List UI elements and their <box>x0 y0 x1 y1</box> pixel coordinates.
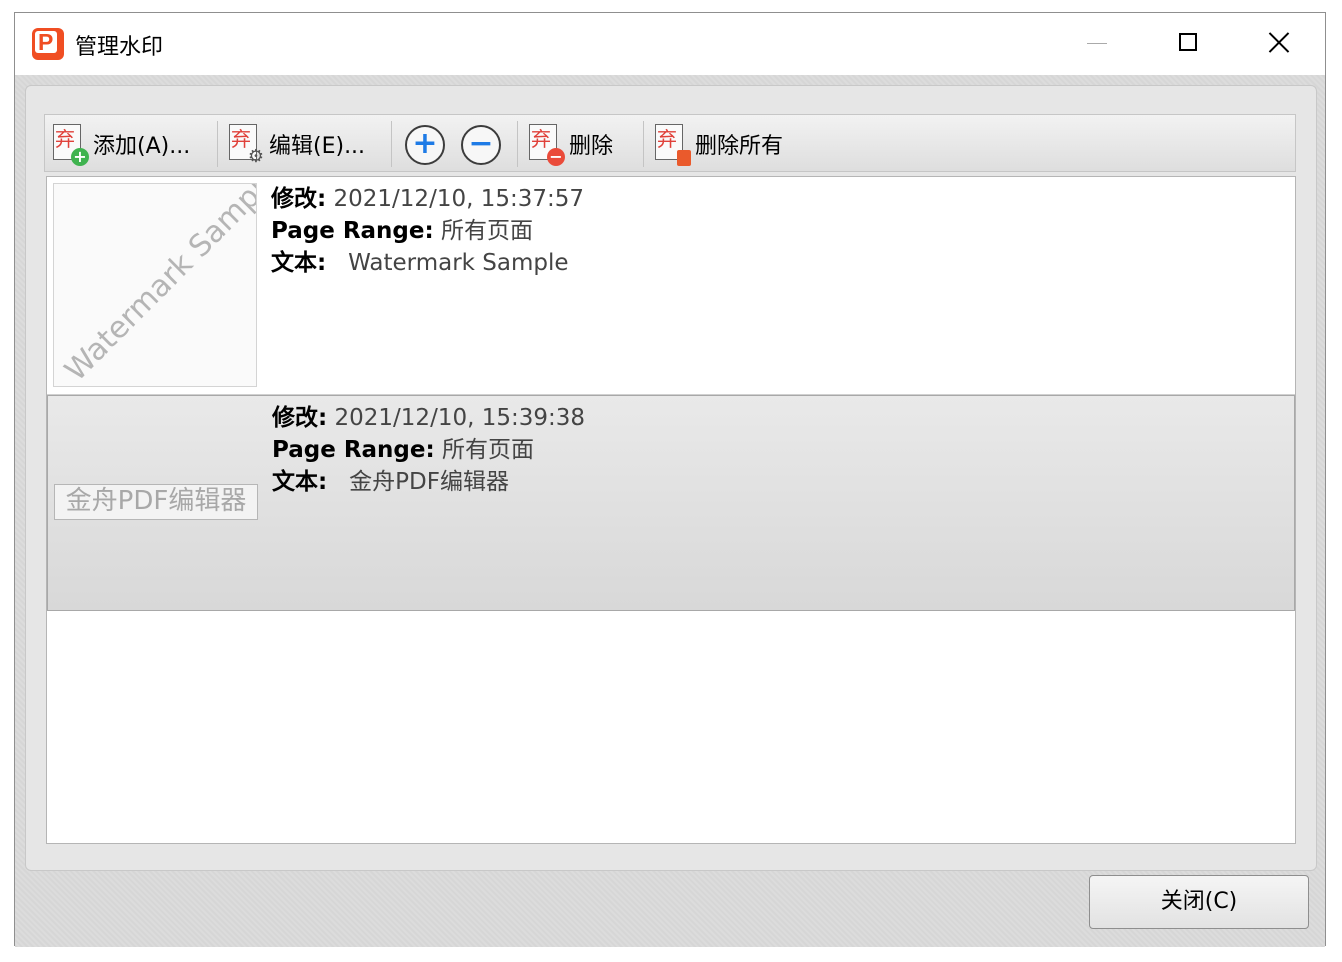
move-down-button[interactable]: − <box>461 125 501 165</box>
maximize-button[interactable] <box>1167 23 1211 63</box>
delete-label: 删除 <box>569 134 614 159</box>
delete-all-button[interactable]: 弃 删除所有 <box>655 121 783 167</box>
text-value: 金舟PDF编辑器 <box>349 469 509 495</box>
watermark-info: 修改: 2021/12/10, 15:37:57 Page Range: 所有页… <box>271 183 584 279</box>
text-label: 文本: <box>271 250 327 276</box>
manage-watermark-dialog: P 管理水印 弃 + 添加(A)... 弃 ⚙ 编辑(E)... + − 弃 −… <box>14 12 1326 947</box>
list-item-selected[interactable]: 金舟PDF编辑器 修改: 2021/12/10, 15:39:38 Page R… <box>47 395 1295 611</box>
close-button[interactable]: 关闭(C) <box>1089 875 1309 929</box>
app-logo-icon: P <box>32 28 64 60</box>
modified-value: 2021/12/10, 15:39:38 <box>334 405 585 431</box>
add-document-icon: 弃 + <box>53 124 89 166</box>
watermark-thumbnail: 金舟PDF编辑器 <box>54 484 258 520</box>
dialog-body: 弃 + 添加(A)... 弃 ⚙ 编辑(E)... + − 弃 − 删除 弃 删… <box>15 75 1325 947</box>
title-bar: P 管理水印 <box>15 13 1325 75</box>
close-window-button[interactable] <box>1257 23 1301 63</box>
move-up-button[interactable]: + <box>405 125 445 165</box>
add-watermark-button[interactable]: 弃 + 添加(A)... <box>53 121 190 167</box>
page-range-label: Page Range: <box>271 218 434 244</box>
toolbar-separator <box>643 121 644 167</box>
modified-value: 2021/12/10, 15:37:57 <box>333 186 584 212</box>
toolbar-separator <box>217 121 218 167</box>
page-range-label: Page Range: <box>272 437 435 463</box>
list-item[interactable]: Watermark Sample 修改: 2021/12/10, 15:37:5… <box>47 177 1295 395</box>
modified-label: 修改: <box>271 186 327 212</box>
text-label: 文本: <box>272 469 328 495</box>
window-title: 管理水印 <box>75 35 164 60</box>
watermark-panel: 弃 + 添加(A)... 弃 ⚙ 编辑(E)... + − 弃 − 删除 弃 删… <box>25 85 1317 871</box>
watermark-info: 修改: 2021/12/10, 15:39:38 Page Range: 所有页… <box>272 402 585 498</box>
delete-document-icon: 弃 − <box>529 124 565 166</box>
add-label: 添加(A)... <box>93 134 191 159</box>
page-range-value: 所有页面 <box>441 218 534 244</box>
toolbar-separator <box>517 121 518 167</box>
edit-watermark-button[interactable]: 弃 ⚙ 编辑(E)... <box>229 121 365 167</box>
edit-document-icon: 弃 ⚙ <box>229 124 264 166</box>
toolbar-separator <box>391 121 392 167</box>
minimize-button[interactable] <box>1075 23 1119 63</box>
edit-label: 编辑(E)... <box>269 134 366 159</box>
text-value: Watermark Sample <box>348 250 569 276</box>
watermark-list[interactable]: Watermark Sample 修改: 2021/12/10, 15:37:5… <box>46 176 1296 844</box>
delete-all-document-icon: 弃 <box>655 124 691 166</box>
toolbar: 弃 + 添加(A)... 弃 ⚙ 编辑(E)... + − 弃 − 删除 弃 删… <box>44 114 1296 172</box>
watermark-thumbnail: Watermark Sample <box>53 183 257 387</box>
delete-all-label: 删除所有 <box>695 134 784 159</box>
page-range-value: 所有页面 <box>442 437 535 463</box>
modified-label: 修改: <box>272 405 328 431</box>
delete-watermark-button[interactable]: 弃 − 删除 <box>529 121 613 167</box>
